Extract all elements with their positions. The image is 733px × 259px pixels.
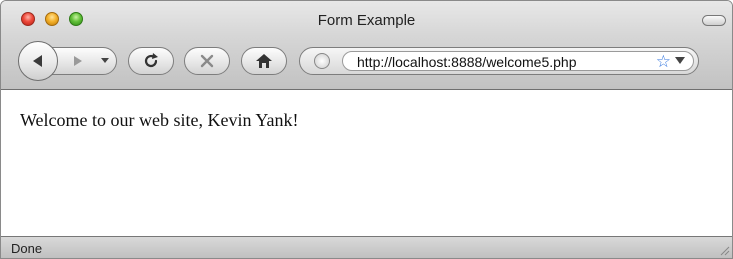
forward-arrow-icon bbox=[74, 56, 82, 66]
stop-button[interactable] bbox=[184, 47, 230, 75]
reload-icon bbox=[144, 53, 158, 68]
chevron-down-icon bbox=[101, 58, 109, 63]
status-text: Done bbox=[11, 241, 43, 256]
history-dropdown-button[interactable] bbox=[96, 51, 114, 71]
welcome-message: Welcome to our web site, Kevin Yank! bbox=[20, 110, 299, 130]
back-arrow-icon bbox=[33, 55, 42, 67]
status-bar: Done bbox=[1, 236, 732, 258]
chevron-down-icon[interactable] bbox=[675, 57, 685, 64]
title-toolbar-area: Form Example http://localhost:8888/welco… bbox=[1, 1, 732, 90]
forward-button[interactable] bbox=[64, 51, 92, 71]
close-icon bbox=[200, 54, 214, 68]
page-content: Welcome to our web site, Kevin Yank! bbox=[1, 90, 732, 236]
resize-grip-icon[interactable] bbox=[718, 244, 730, 256]
home-icon bbox=[256, 54, 272, 68]
home-button[interactable] bbox=[241, 47, 287, 75]
toolbar-toggle-button[interactable] bbox=[702, 15, 726, 26]
url-text: http://localhost:8888/welcome5.php bbox=[357, 54, 577, 70]
back-button[interactable] bbox=[18, 41, 58, 81]
globe-icon bbox=[314, 53, 330, 69]
url-input[interactable]: http://localhost:8888/welcome5.php ☆ bbox=[342, 51, 694, 71]
back-forward-group bbox=[18, 41, 117, 81]
address-bar: http://localhost:8888/welcome5.php ☆ bbox=[299, 47, 699, 75]
star-icon[interactable]: ☆ bbox=[656, 52, 671, 72]
window-title: Form Example bbox=[317, 12, 416, 29]
reload-button[interactable] bbox=[128, 47, 174, 75]
browser-window: Form Example http://localhost:8888/welco… bbox=[0, 0, 733, 259]
